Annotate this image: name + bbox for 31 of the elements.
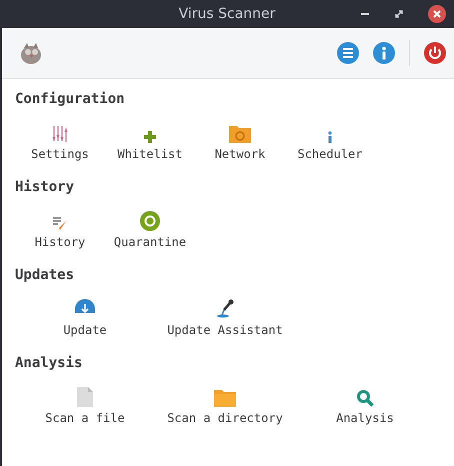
section-heading: Configuration bbox=[15, 91, 126, 109]
sliders-icon bbox=[52, 125, 68, 143]
launcher-label[interactable]: Network bbox=[214, 147, 266, 161]
launcher-label[interactable]: Update Assistant bbox=[167, 323, 283, 337]
launcher-label[interactable]: Quarantine bbox=[114, 235, 186, 249]
launcher-label[interactable]: Scheduler bbox=[297, 147, 363, 161]
menu-icon[interactable] bbox=[337, 42, 359, 64]
plus-icon bbox=[144, 131, 156, 143]
section-heading: History bbox=[15, 179, 76, 197]
info-icon[interactable] bbox=[373, 42, 395, 64]
power-icon[interactable] bbox=[424, 42, 446, 64]
close-icon[interactable] bbox=[428, 5, 446, 23]
section-heading: Updates bbox=[15, 267, 76, 285]
launcher-label[interactable]: Update bbox=[63, 323, 107, 337]
launcher-label[interactable]: History bbox=[34, 235, 86, 249]
info-icon bbox=[327, 131, 333, 143]
folder-icon bbox=[228, 125, 251, 143]
launcher-label[interactable]: Scan a file bbox=[45, 411, 125, 425]
file-icon bbox=[76, 387, 93, 407]
launcher-label[interactable]: Scan a directory bbox=[167, 411, 283, 425]
folder-icon bbox=[214, 389, 236, 407]
minimize-icon[interactable] bbox=[360, 12, 370, 16]
launcher-label[interactable]: Whitelist bbox=[117, 147, 183, 161]
dropper-icon bbox=[215, 299, 235, 319]
list-pencil-icon bbox=[52, 215, 68, 231]
launcher-label[interactable]: Settings bbox=[31, 147, 89, 161]
maximize-icon[interactable] bbox=[394, 9, 404, 19]
section-heading: Analysis bbox=[15, 355, 84, 373]
search-icon bbox=[356, 389, 374, 407]
launcher-label[interactable]: Analysis bbox=[336, 411, 394, 425]
window-title: Virus Scanner bbox=[178, 6, 276, 22]
